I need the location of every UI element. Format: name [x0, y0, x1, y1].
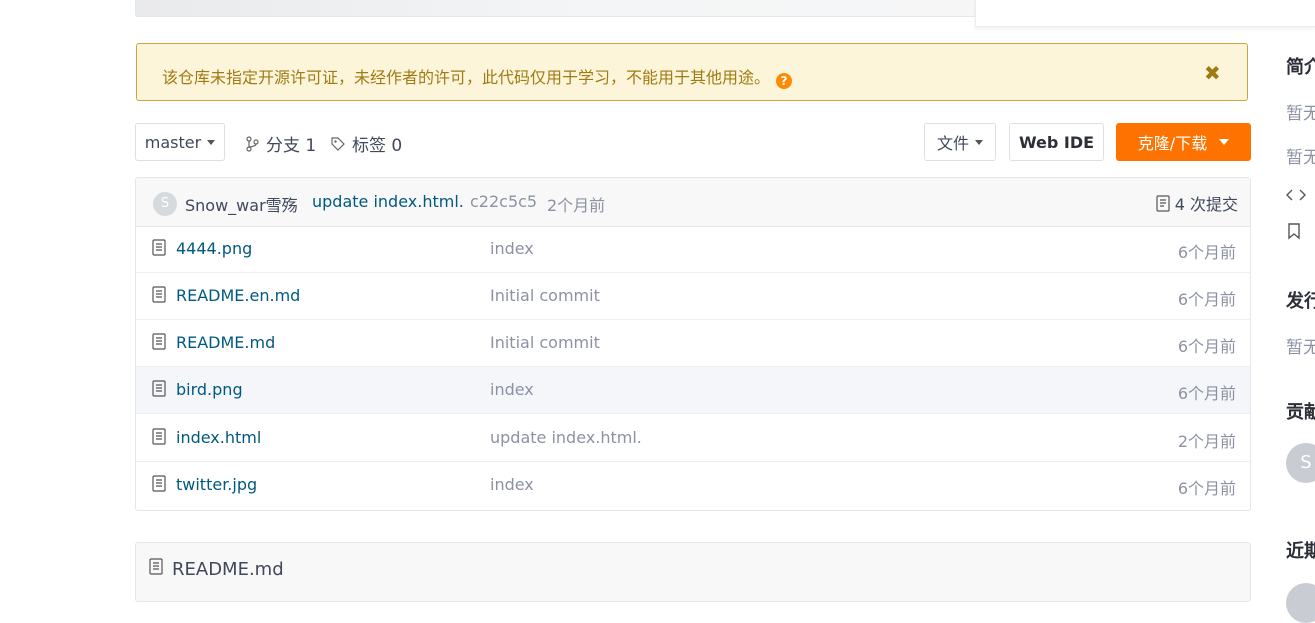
file-commit-time: 6个月前 — [1177, 479, 1236, 498]
branch-select-label: master — [144, 132, 202, 152]
file-name-link[interactable]: README.md — [176, 333, 275, 352]
file-name-link[interactable]: README.en.md — [176, 286, 300, 305]
top-popup-panel — [975, 0, 1315, 27]
readme-panel: README.md — [135, 542, 1251, 602]
file-commit-time: 6个月前 — [1177, 243, 1236, 262]
file-icon — [152, 428, 166, 445]
file-row[interactable]: index.html update index.html. 2个月前 — [136, 415, 1250, 462]
avatar[interactable]: S — [153, 192, 177, 216]
file-commit-time: 6个月前 — [1177, 384, 1236, 403]
license-notice-text: 该仓库未指定开源许可证，未经作者的许可，此代码仅用于学习，不能用于其他用途。? — [162, 64, 793, 89]
file-icon — [152, 380, 166, 397]
commits-count-link[interactable]: 4 次提交 — [1156, 191, 1238, 215]
tags-link[interactable]: 标签 0 — [330, 131, 402, 156]
close-icon[interactable]: ✖ — [1204, 61, 1221, 85]
sidebar-intro-text: 暂无 — [1286, 104, 1315, 124]
file-commit-message[interactable]: Initial commit — [490, 333, 600, 352]
commit-time: 2个月前 — [547, 196, 606, 215]
file-icon — [152, 239, 166, 256]
clone-download-button[interactable]: 克隆/下载 — [1116, 123, 1251, 161]
file-menu-button[interactable]: 文件 — [924, 123, 996, 161]
branch-icon — [246, 135, 259, 152]
branch-select[interactable]: master — [135, 123, 225, 161]
file-row[interactable]: 4444.png index 6个月前 — [136, 226, 1250, 273]
sidebar-intro-heading: 简介 — [1286, 57, 1315, 78]
file-list: S Snow_war雪殇 update index.html. c22c5c5 … — [135, 177, 1251, 511]
commits-icon — [1156, 194, 1170, 212]
branches-label: 分支 1 — [266, 136, 317, 156]
sidebar-contributors-heading: 贡献 — [1286, 402, 1315, 423]
chevron-down-icon — [975, 139, 983, 145]
file-commit-time: 6个月前 — [1177, 290, 1236, 309]
file-row[interactable]: bird.png index 6个月前 — [136, 367, 1250, 414]
readme-title: README.md — [172, 559, 284, 580]
file-commit-message[interactable]: update index.html. — [490, 428, 642, 447]
web-ide-label: Web IDE — [1018, 132, 1095, 152]
chevron-down-icon — [1219, 139, 1230, 145]
file-name-link[interactable]: bird.png — [176, 380, 243, 399]
file-commit-message[interactable]: index — [490, 475, 534, 494]
latest-commit-bar: S Snow_war雪殇 update index.html. c22c5c5 … — [136, 178, 1250, 227]
sidebar-recent-heading: 近期 — [1286, 541, 1315, 562]
file-commit-message[interactable]: Initial commit — [490, 286, 600, 305]
chevron-down-icon — [207, 139, 216, 145]
help-icon[interactable]: ? — [776, 73, 793, 89]
commits-count-label: 4 次提交 — [1174, 195, 1238, 214]
code-icon — [1286, 187, 1306, 208]
commit-author[interactable]: Snow_war雪殇 — [185, 192, 298, 216]
sidebar-intro-text: 暂无 — [1286, 148, 1315, 168]
license-notice: 该仓库未指定开源许可证，未经作者的许可，此代码仅用于学习，不能用于其他用途。? … — [136, 43, 1248, 101]
file-icon — [152, 286, 166, 303]
file-commit-time: 2个月前 — [1177, 432, 1236, 451]
file-commit-message[interactable]: index — [490, 380, 534, 399]
branches-link[interactable]: 分支 1 — [245, 131, 316, 156]
file-commit-time: 6个月前 — [1177, 337, 1236, 356]
file-icon — [152, 475, 166, 492]
file-icon — [149, 558, 163, 575]
sidebar-releases-heading: 发行 — [1286, 291, 1315, 312]
file-name-link[interactable]: twitter.jpg — [176, 475, 257, 494]
file-name-link[interactable]: 4444.png — [176, 239, 252, 258]
file-row[interactable]: README.en.md Initial commit 6个月前 — [136, 273, 1250, 320]
file-commit-message[interactable]: index — [490, 239, 534, 258]
clone-download-label: 克隆/下载 — [1137, 134, 1208, 153]
file-name-link[interactable]: index.html — [176, 428, 261, 447]
file-menu-label: 文件 — [936, 134, 969, 153]
commit-hash[interactable]: c22c5c5 — [470, 192, 537, 211]
tags-label: 标签 0 — [352, 136, 403, 156]
file-row[interactable]: README.md Initial commit 6个月前 — [136, 320, 1250, 367]
sidebar-releases-text: 暂无 — [1286, 338, 1315, 358]
bookmark-icon — [1286, 222, 1302, 245]
file-icon — [152, 333, 166, 350]
contributor-avatar[interactable]: S — [1286, 443, 1315, 483]
web-ide-button[interactable]: Web IDE — [1009, 123, 1104, 161]
commit-message-link[interactable]: update index.html. — [312, 192, 464, 211]
tag-icon — [331, 136, 345, 151]
avatar[interactable] — [1286, 583, 1315, 623]
file-row[interactable]: twitter.jpg index 6个月前 — [136, 462, 1250, 509]
